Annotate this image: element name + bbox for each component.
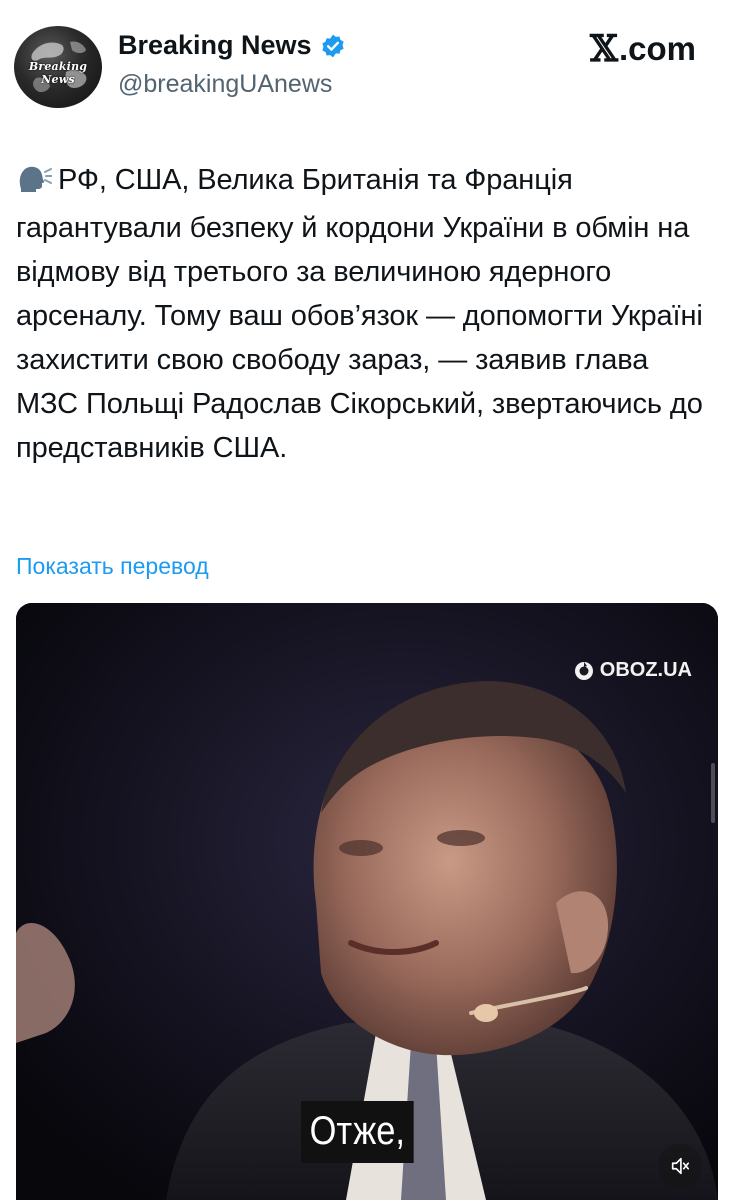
verified-badge-icon — [320, 33, 346, 59]
video-subtitle: Отже, — [301, 1101, 414, 1163]
watermark-text: OBOZ.UA — [599, 659, 692, 681]
brand-suffix: .com — [618, 30, 696, 67]
video-scroll-indicator — [711, 763, 715, 823]
x-brand-icon: 𝕏 — [590, 28, 618, 70]
show-translation-link[interactable]: Показать перевод — [16, 553, 209, 580]
avatar[interactable]: Breaking News — [14, 26, 102, 108]
author-handle[interactable]: @breakingUAnews — [118, 70, 332, 99]
mute-button[interactable] — [658, 1144, 702, 1188]
tweet-body: РФ, США, Велика Британія та Франція гара… — [16, 158, 706, 470]
video-player[interactable]: OBOZ.UA Отже, — [16, 603, 718, 1200]
speaking-head-icon — [16, 162, 53, 206]
avatar-label: Breaking News — [28, 60, 88, 86]
x-logo[interactable]: 𝕏 .com — [590, 28, 696, 70]
speaker-muted-icon — [671, 1157, 690, 1175]
display-name-text: Breaking News — [118, 30, 312, 60]
author-display-name[interactable]: Breaking News — [118, 30, 346, 61]
watermark: OBOZ.UA — [574, 659, 692, 682]
tweet-text: РФ, США, Велика Британія та Франція гара… — [16, 164, 703, 464]
oboz-logo-icon — [574, 661, 593, 680]
